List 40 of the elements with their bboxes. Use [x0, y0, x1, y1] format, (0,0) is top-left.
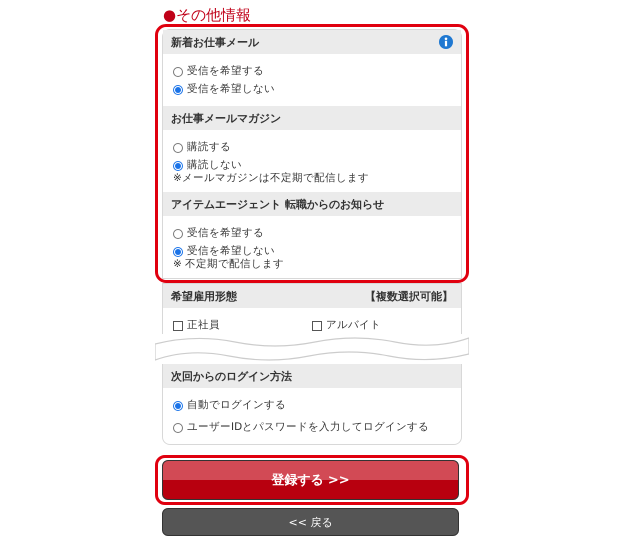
option-label: 受信を希望しない [187, 82, 275, 97]
section-heading: 希望雇用形態 [171, 288, 237, 304]
option-label: 自動でログインする [187, 398, 286, 413]
note-text: ※メールマガジンは不定期で配信します [173, 172, 370, 184]
back-button[interactable]: << 戻る [162, 508, 459, 536]
option-label: 購読する [187, 140, 231, 155]
radio-option[interactable]: 受信を希望しない [173, 81, 451, 98]
section-heading: 新着お仕事メール [171, 34, 259, 50]
option-label: 受信を希望する [187, 226, 264, 241]
radio-button[interactable] [173, 228, 183, 238]
info-icon[interactable] [439, 35, 453, 49]
option-label: 受信を希望しない [187, 244, 275, 258]
option-label: アルバイト [326, 318, 381, 333]
checkbox[interactable] [312, 320, 322, 330]
section-title: ●その他情報 [162, 6, 252, 24]
radio-button[interactable] [173, 400, 183, 410]
radio-option[interactable]: 受信を希望する [173, 225, 451, 242]
option-label: 購読しない [187, 158, 242, 173]
section-heading: 次回からのログイン方法 [171, 368, 292, 384]
checkbox[interactable] [173, 320, 183, 330]
radio-button[interactable] [173, 84, 183, 94]
register-button[interactable]: 登録する >> [162, 460, 459, 500]
radio-button[interactable] [173, 422, 183, 432]
checkbox-option[interactable]: アルバイト [312, 317, 451, 334]
radio-button[interactable] [173, 66, 183, 76]
checkbox-option[interactable]: 正社員 [173, 317, 312, 334]
hint-text: 【複数選択可能】 [365, 288, 453, 304]
radio-button[interactable] [173, 246, 183, 256]
option-label: ユーザーIDとパスワードを入力してログインする [187, 420, 430, 435]
radio-button[interactable] [173, 160, 183, 170]
option-label: 受信を希望する [187, 64, 264, 79]
radio-button[interactable] [173, 142, 183, 152]
radio-option[interactable]: 受信を希望する [173, 63, 451, 80]
section-heading: お仕事メールマガジン [171, 110, 281, 126]
radio-option[interactable]: 購読する [173, 139, 451, 156]
section-heading: アイテムエージェント 転職からのお知らせ [171, 196, 384, 212]
note-text: ※ 不定期で配信します [173, 258, 286, 270]
radio-option[interactable]: ユーザーIDとパスワードを入力してログインする [173, 419, 451, 436]
radio-option[interactable]: 自動でログインする [173, 397, 451, 414]
option-label: 正社員 [187, 318, 220, 333]
